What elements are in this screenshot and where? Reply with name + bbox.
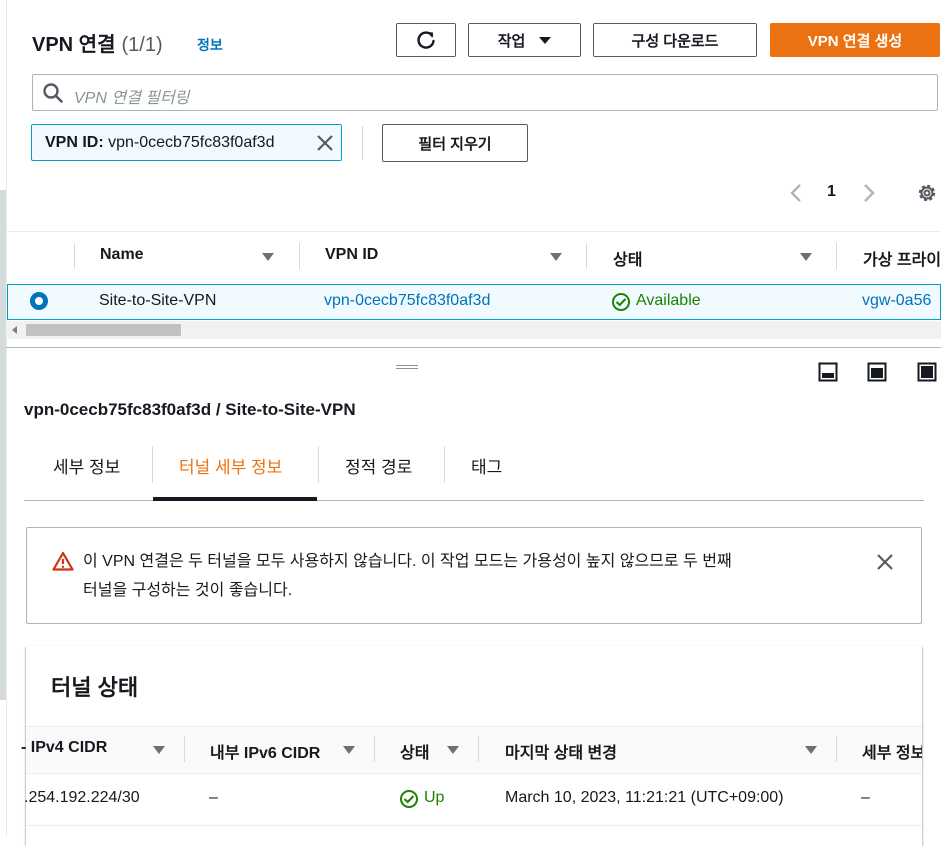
column-header-details[interactable]: 세부 정보 [862,739,922,763]
column-divider [478,736,479,762]
cell-last-change: March 10, 2023, 11:21:21 (UTC+09:00) [505,789,784,806]
close-icon[interactable] [316,134,334,152]
alert-line-2: 터널을 구성하는 것이 좋습니다. [83,582,293,599]
success-icon [400,790,418,808]
active-tab-indicator [153,497,317,501]
tab-details[interactable]: 세부 정보 [53,453,120,478]
cell-vgw-link[interactable]: vgw-0a56 [862,292,931,310]
detail-title: vpn-0cecb75fc83f0af3d / Site-to-Site-VPN [24,400,356,419]
column-header-vpn-id[interactable]: VPN ID [325,246,378,264]
column-divider [74,243,75,269]
column-header-ipv6[interactable]: 내부 IPv6 CIDR [210,739,320,763]
sort-icon[interactable] [153,746,165,754]
chevron-right-icon[interactable] [860,182,878,204]
sort-icon[interactable] [800,253,812,261]
cell-status: Available [636,292,701,309]
column-header-ipv4[interactable]: - IPv4 CIDR [21,739,107,757]
column-divider [586,243,587,269]
row-divider [26,825,922,826]
column-header-virtual-gateway[interactable]: 가상 프라이 [863,246,941,270]
page-title: VPN 연결 (1/1) [32,28,163,57]
cell-vpn-id-link[interactable]: vpn-0cecb75fc83f0af3d [324,292,490,310]
left-edge [0,0,7,837]
split-panel-divider [6,347,941,348]
column-divider [184,736,185,762]
panel-side-icon[interactable] [867,362,887,382]
cell-name: Site-to-Site-VPN [99,292,217,309]
warning-icon [52,551,74,571]
title-count: (1/1) [121,34,163,56]
chevron-left-icon[interactable] [787,182,805,204]
table-top-border [6,231,941,232]
column-divider [374,736,375,762]
tab-tunnel-details[interactable]: 터널 세부 정보 [179,453,282,478]
column-divider [836,243,837,269]
actions-label: 작업 [497,32,526,50]
alert-message: 이 VPN 연결은 두 터널을 모두 사용하지 않습니다. 이 작업 모드는 가… [83,547,853,605]
refresh-button[interactable] [396,23,456,57]
page-number[interactable]: 1 [827,183,836,201]
tab-tags[interactable]: 태그 [471,453,502,478]
title-text: VPN 연결 [32,34,116,56]
resize-handle[interactable] [396,365,418,369]
panel-bottom-icon[interactable] [818,362,838,382]
sort-icon[interactable] [262,253,274,261]
scroll-left-icon[interactable] [11,325,19,335]
clear-filters-button[interactable]: 필터 지우기 [382,124,528,162]
close-icon[interactable] [876,553,894,571]
column-header-last-change[interactable]: 마지막 상태 변경 [505,739,617,763]
column-header-name[interactable]: Name [100,246,144,264]
tunnel-status-title: 터널 상태 [51,675,139,700]
search-icon [43,83,63,103]
cell-ipv6: – [209,789,218,806]
search-placeholder: VPN 연결 필터링 [74,90,190,107]
download-config-button[interactable]: 구성 다운로드 [593,23,757,57]
tab-divider [152,446,153,483]
column-header-status[interactable]: 상태 [613,246,642,270]
sort-icon[interactable] [805,746,817,754]
filter-token-key: VPN ID: [45,134,104,151]
cell-details: – [861,789,870,806]
sort-icon[interactable] [550,253,562,261]
filter-token-text: VPN ID: vpn-0cecb75fc83f0af3d [45,134,274,152]
gear-icon[interactable] [915,181,939,205]
panel-full-icon[interactable] [917,362,937,382]
tab-static-routes[interactable]: 정적 경로 [345,453,412,478]
info-link[interactable]: 정보 [197,35,223,55]
scrollbar-thumb[interactable] [26,324,181,336]
create-vpn-button[interactable]: VPN 연결 생성 [770,23,940,57]
alert-line-1: 이 VPN 연결은 두 터널을 모두 사용하지 않습니다. 이 작업 모드는 가… [83,553,732,570]
cell-tunnel-status: Up [424,789,445,806]
row-radio[interactable] [30,292,48,310]
caret-down-icon [539,36,552,44]
actions-button[interactable]: 작업 [468,23,581,57]
divider [362,126,363,160]
sort-icon[interactable] [447,746,459,754]
column-divider [299,243,300,269]
tab-divider [444,446,445,483]
tab-divider [318,446,319,483]
refresh-icon [417,31,435,49]
cell-ipv4: .254.192.224/30 [24,789,140,806]
column-header-tunnel-status[interactable]: 상태 [400,739,429,763]
filter-token-value: vpn-0cecb75fc83f0af3d [108,134,275,151]
success-icon [612,293,630,311]
column-divider [836,736,837,762]
sort-icon[interactable] [343,746,355,754]
